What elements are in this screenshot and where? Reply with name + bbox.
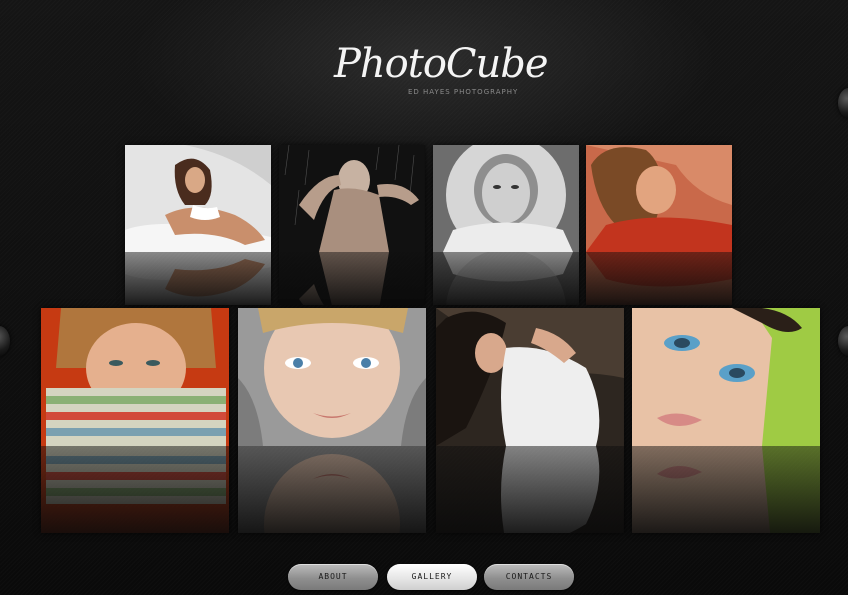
next-arrow-knob[interactable] xyxy=(838,326,848,356)
gallery-thumbnail[interactable] xyxy=(632,308,820,533)
photo-striped-scarf xyxy=(41,308,229,446)
gallery-thumbnail[interactable] xyxy=(125,145,271,305)
photo-fur-hood xyxy=(433,145,579,252)
site-logo[interactable]: PhotoCube ED HAYES PHOTOGRAPHY xyxy=(334,40,549,100)
main-nav: ABOUT GALLERY CONTACTS xyxy=(0,564,848,592)
photo-reflection xyxy=(279,252,425,305)
photo-reflection xyxy=(41,446,229,533)
prev-arrow-knob[interactable] xyxy=(0,326,10,356)
photo-reflection xyxy=(433,252,579,305)
photo-reflection xyxy=(436,446,624,533)
photo-curly-red xyxy=(586,145,732,252)
gallery-thumbnail[interactable] xyxy=(41,308,229,533)
photo-reflection xyxy=(125,252,271,305)
logo-title: PhotoCube xyxy=(334,41,549,87)
photo-white-top xyxy=(436,308,624,446)
logo-subtitle: ED HAYES PHOTOGRAPHY xyxy=(408,88,519,96)
photo-white-bed xyxy=(125,145,271,252)
gallery-thumbnail[interactable] xyxy=(433,145,579,305)
nav-gallery-button[interactable]: GALLERY xyxy=(387,564,477,590)
photo-green-makeup xyxy=(632,308,820,446)
nav-contacts-button[interactable]: CONTACTS xyxy=(484,564,574,590)
photo-blue-eyes-knit xyxy=(238,308,426,446)
photo-reflection xyxy=(238,446,426,533)
gallery-thumbnail[interactable] xyxy=(238,308,426,533)
gallery-thumbnail[interactable] xyxy=(279,145,425,305)
nav-about-button[interactable]: ABOUT xyxy=(288,564,378,590)
gallery-thumbnail[interactable] xyxy=(436,308,624,533)
photo-reflection xyxy=(632,446,820,533)
photo-rain xyxy=(279,145,425,252)
next-arrow-knob[interactable] xyxy=(838,88,848,118)
page: PhotoCube ED HAYES PHOTOGRAPHY ABOUT GAL… xyxy=(0,0,848,595)
photo-reflection xyxy=(586,252,732,305)
gallery-thumbnail[interactable] xyxy=(586,145,732,305)
